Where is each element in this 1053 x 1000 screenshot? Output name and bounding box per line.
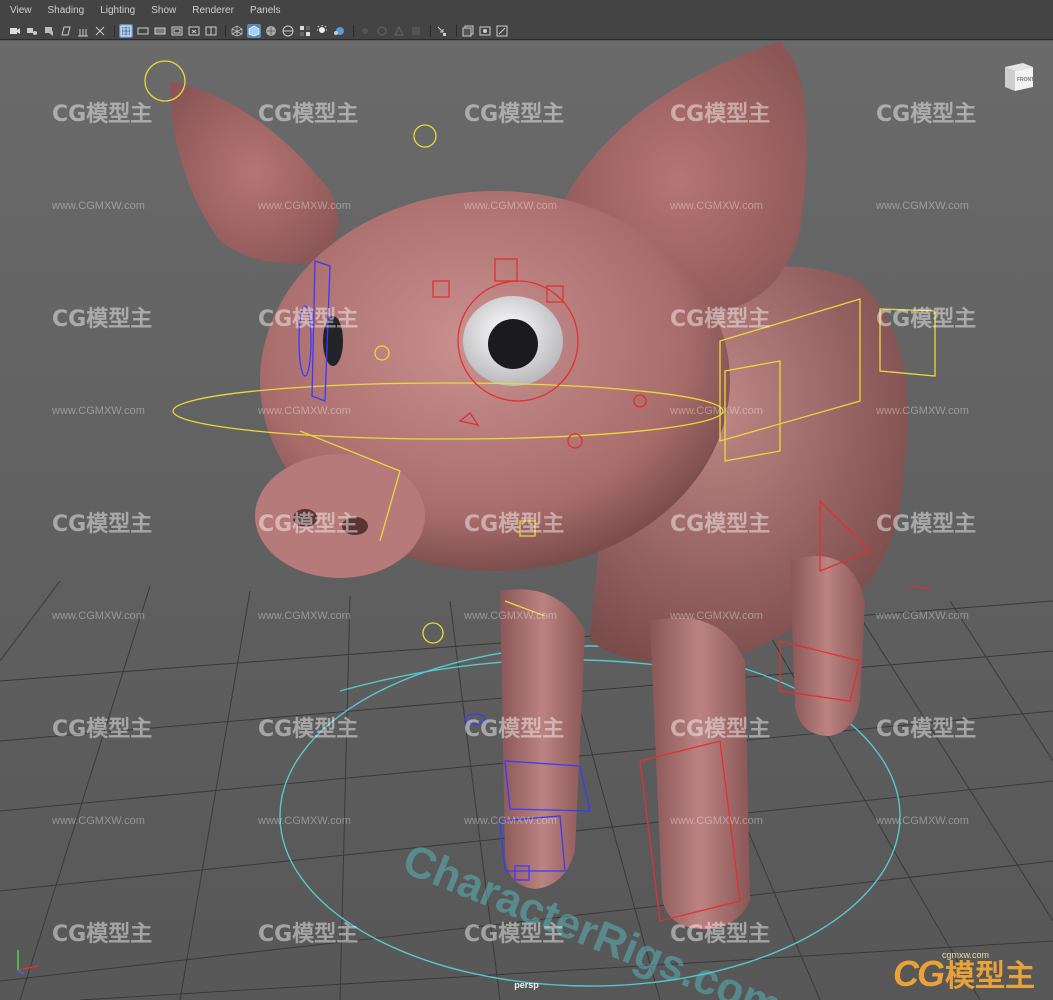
brand-url: cgmxw.com: [941, 950, 989, 960]
brand-cg: CG: [893, 953, 945, 994]
svg-text:CG模型主: CG模型主: [670, 922, 770, 947]
film-gate-icon[interactable]: [93, 24, 107, 38]
two-panes-icon[interactable]: [204, 24, 218, 38]
3d-viewport[interactable]: CharacterRigs.com CG模型主 CG模型主 CG模型主 CG模型…: [0, 41, 1053, 1000]
svg-text:www.CGMXW.com: www.CGMXW.com: [257, 405, 351, 417]
svg-text:www.CGMXW.com: www.CGMXW.com: [51, 405, 145, 417]
svg-text:CG模型主: CG模型主: [52, 102, 152, 127]
menu-shading[interactable]: Shading: [40, 0, 93, 22]
svg-text:CG模型主: CG模型主: [258, 307, 358, 332]
wireframe-icon[interactable]: [230, 24, 244, 38]
svg-text:CG模型主: CG模型主: [876, 102, 976, 127]
pig-body: [170, 41, 908, 930]
backface-icon[interactable]: [409, 24, 423, 38]
svg-text:www.CGMXW.com: www.CGMXW.com: [51, 815, 145, 827]
svg-text:CG模型主: CG模型主: [52, 307, 152, 332]
svg-text:CG模型主: CG模型主: [670, 307, 770, 332]
svg-text:CG模型主: CG模型主: [258, 512, 358, 537]
textured-icon[interactable]: [264, 24, 278, 38]
svg-text:www.CGMXW.com: www.CGMXW.com: [257, 200, 351, 212]
svg-text:CG模型主: CG模型主: [670, 512, 770, 537]
axis-gizmo-icon: [17, 950, 39, 975]
gate-mask-icon[interactable]: [136, 24, 150, 38]
camera-icon[interactable]: [8, 24, 22, 38]
svg-text:www.CGMXW.com: www.CGMXW.com: [463, 200, 557, 212]
four-panes-icon[interactable]: [435, 24, 449, 38]
toolbar-separator: [114, 24, 115, 37]
svg-text:CG模型主: CG模型主: [670, 102, 770, 127]
svg-text:www.CGMXW.com: www.CGMXW.com: [875, 815, 969, 827]
svg-text:www.CGMXW.com: www.CGMXW.com: [669, 815, 763, 827]
svg-text:www.CGMXW.com: www.CGMXW.com: [669, 200, 763, 212]
svg-text:CG模型主: CG模型主: [876, 512, 976, 537]
svg-text:www.CGMXW.com: www.CGMXW.com: [463, 815, 557, 827]
menu-view[interactable]: View: [0, 0, 40, 22]
shadows-icon[interactable]: [298, 24, 312, 38]
svg-text:CG模型主: CG模型主: [52, 717, 152, 742]
svg-text:CG模型主: CG模型主: [258, 717, 358, 742]
svg-text:CG模型主: CG模型主: [258, 922, 358, 947]
brand-logo: cgmxw.com CG 模型主: [893, 950, 1035, 994]
isolate-select-icon[interactable]: [358, 24, 372, 38]
svg-text:CG模型主: CG模型主: [876, 307, 976, 332]
grid-icon[interactable]: [76, 24, 90, 38]
motion-blur-icon[interactable]: [332, 24, 346, 38]
menu-show[interactable]: Show: [143, 0, 184, 22]
toolbar-separator: [430, 24, 431, 37]
svg-text:www.CGMXW.com: www.CGMXW.com: [875, 610, 969, 622]
panel-menubar: View Shading Lighting Show Renderer Pane…: [0, 0, 1053, 22]
toolbar-separator: [225, 24, 226, 37]
bookmark-icon[interactable]: [42, 24, 56, 38]
svg-text:www.CGMXW.com: www.CGMXW.com: [875, 405, 969, 417]
ambient-occlusion-icon[interactable]: [315, 24, 329, 38]
resolution-gate-icon[interactable]: [119, 23, 133, 38]
field-chart-icon[interactable]: [153, 24, 167, 38]
safe-title-icon[interactable]: [187, 24, 201, 38]
svg-text:CG模型主: CG模型主: [876, 717, 976, 742]
svg-text:CG模型主: CG模型主: [464, 717, 564, 742]
svg-text:www.CGMXW.com: www.CGMXW.com: [51, 610, 145, 622]
svg-text:www.CGMXW.com: www.CGMXW.com: [669, 610, 763, 622]
pig-pupil-right: [488, 319, 538, 369]
menu-lighting[interactable]: Lighting: [92, 0, 143, 22]
front-leg-right: [650, 617, 750, 930]
safe-action-icon[interactable]: [170, 24, 184, 38]
svg-text:CG模型主: CG模型主: [464, 922, 564, 947]
svg-text:CG模型主: CG模型主: [464, 512, 564, 537]
menu-panels[interactable]: Panels: [242, 0, 289, 22]
single-pane-icon[interactable]: [461, 24, 475, 38]
svg-text:CG模型主: CG模型主: [464, 102, 564, 127]
svg-text:www.CGMXW.com: www.CGMXW.com: [669, 405, 763, 417]
svg-text:www.CGMXW.com: www.CGMXW.com: [463, 610, 557, 622]
scene-canvas: CharacterRigs.com CG模型主 CG模型主 CG模型主 CG模型…: [0, 41, 1053, 1000]
svg-text:CG模型主: CG模型主: [670, 717, 770, 742]
smooth-shade-icon[interactable]: [247, 23, 261, 38]
toolbar-separator: [456, 24, 457, 37]
snapshot-icon[interactable]: [478, 24, 492, 38]
toolbar-separator: [353, 24, 354, 37]
svg-text:CG模型主: CG模型主: [258, 102, 358, 127]
menu-renderer[interactable]: Renderer: [184, 0, 242, 22]
xray-joints-icon[interactable]: [392, 24, 406, 38]
image-plane-icon[interactable]: [59, 24, 73, 38]
svg-text:www.CGMXW.com: www.CGMXW.com: [875, 200, 969, 212]
use-lights-icon[interactable]: [281, 24, 295, 38]
camera-attributes-icon[interactable]: [25, 24, 39, 38]
maya-viewport-window: View Shading Lighting Show Renderer Pane…: [0, 0, 1053, 1000]
brand-cn: 模型主: [945, 959, 1035, 994]
svg-text:CG模型主: CG模型主: [52, 922, 152, 947]
xray-icon[interactable]: [375, 24, 389, 38]
svg-text:CG模型主: CG模型主: [52, 512, 152, 537]
svg-text:www.CGMXW.com: www.CGMXW.com: [257, 610, 351, 622]
viewcube-icon[interactable]: FRONT: [999, 57, 1039, 97]
panel-toolbar: [0, 22, 1053, 40]
svg-text:www.CGMXW.com: www.CGMXW.com: [257, 815, 351, 827]
svg-text:www.CGMXW.com: www.CGMXW.com: [51, 200, 145, 212]
playblast-icon[interactable]: [495, 24, 509, 38]
viewcube-label: FRONT: [1017, 77, 1034, 83]
